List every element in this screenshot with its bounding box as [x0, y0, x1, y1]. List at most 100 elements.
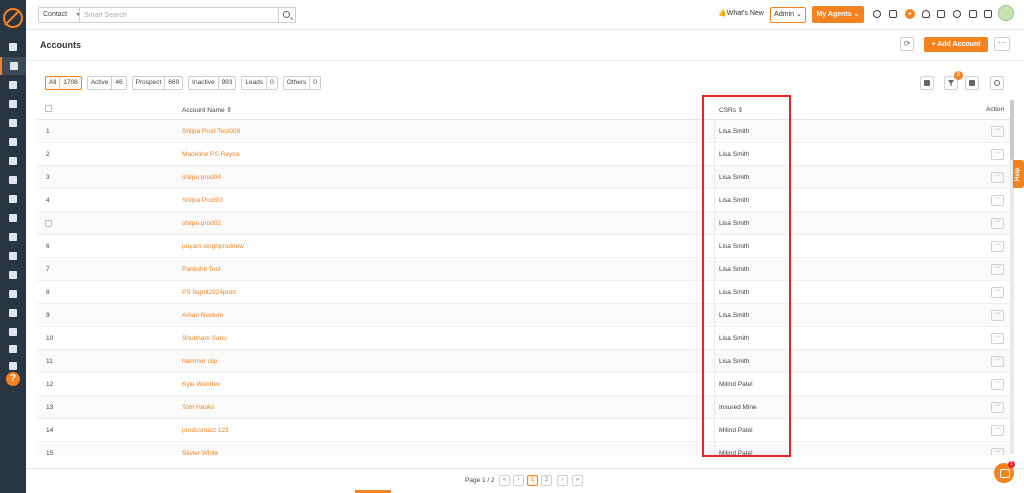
row-action-button[interactable]: ··· — [991, 195, 1004, 206]
page-2-button[interactable]: 2 — [541, 475, 552, 486]
google-icon[interactable] — [0, 247, 26, 265]
pagination-bar: Page 1 / 2 « ‹ 1 2 › » — [26, 468, 1024, 493]
filter-leads[interactable]: Leads 0 — [241, 76, 278, 90]
notes-icon[interactable] — [0, 190, 26, 208]
smart-search-input[interactable] — [79, 7, 279, 23]
search-button[interactable] — [278, 7, 296, 23]
flow-icon[interactable] — [0, 323, 26, 341]
help-tab[interactable]: Help — [1013, 160, 1024, 188]
account-name-link[interactable]: Skyler White — [182, 450, 218, 455]
page-1-button[interactable]: 1 — [527, 475, 538, 486]
bell-icon[interactable] — [922, 10, 930, 18]
table-row: 6 priyam singhprodnew Lisa Smith ··· — [37, 235, 1010, 258]
page-indicator: Page 1 / 2 — [465, 477, 495, 484]
accounts-table: Account Name ⇕ CSRs ⇕ Action 1 Shilpa Pro… — [37, 98, 1010, 455]
next-page-button[interactable]: › — [557, 475, 568, 486]
sync-icon[interactable] — [873, 10, 881, 18]
select-all-checkbox[interactable] — [45, 105, 52, 112]
more-options-button[interactable]: ··· — [994, 37, 1010, 51]
row-action-button[interactable]: ··· — [991, 425, 1004, 436]
scrollbar-thumb[interactable] — [1010, 100, 1014, 160]
whats-new-link[interactable]: 👍What's New — [718, 9, 764, 17]
row-action-button[interactable]: ··· — [991, 218, 1004, 229]
row-action-button[interactable]: ··· — [991, 448, 1004, 455]
account-name-link[interactable]: Madeline PS Reyna — [182, 151, 239, 158]
row-action-button[interactable]: ··· — [991, 287, 1004, 298]
account-name-link[interactable]: PS 9april2024prod — [182, 289, 236, 296]
dashboard-icon[interactable] — [0, 38, 26, 56]
row-action-button[interactable]: ··· — [991, 310, 1004, 321]
account-name-link[interactable]: Kyle Webdev — [182, 381, 220, 388]
search-icon — [283, 11, 290, 18]
my-agents-button[interactable]: My Agents ⌄ — [812, 6, 864, 23]
table-row: 15 Skyler White Milind Patel ··· — [37, 442, 1010, 455]
bank-icon[interactable] — [0, 95, 26, 113]
account-name-link[interactable]: Shubham Sahu — [182, 335, 227, 342]
megaphone-icon[interactable] — [0, 171, 26, 189]
row-checkbox[interactable] — [45, 220, 52, 227]
phone-icon[interactable] — [953, 10, 961, 18]
help-icon[interactable]: ? — [6, 372, 20, 386]
row-action-button[interactable]: ··· — [991, 264, 1004, 275]
add-icon[interactable]: + — [905, 9, 915, 19]
avatar[interactable] — [998, 5, 1014, 21]
row-action-button[interactable]: ··· — [991, 241, 1004, 252]
row-action-button[interactable]: ··· — [991, 356, 1004, 367]
mail-icon[interactable] — [0, 304, 26, 322]
trash-icon[interactable] — [984, 10, 992, 18]
row-number: 2 — [46, 151, 50, 158]
file-icon[interactable] — [0, 133, 26, 151]
calendar-icon[interactable] — [0, 285, 26, 303]
table-row: shilpa prod02 Lisa Smith ··· — [37, 212, 1010, 235]
account-name-link[interactable]: shilpa prod02 — [182, 220, 221, 227]
filter-prospect[interactable]: Prospect 669 — [131, 76, 184, 90]
admin-select[interactable]: Admin ⌄ — [770, 7, 806, 23]
filter-others[interactable]: Others 0 — [282, 76, 321, 90]
tags-button[interactable] — [965, 76, 979, 90]
row-action-button[interactable]: ··· — [991, 172, 1004, 183]
account-name-link[interactable]: shilpa prod04 — [182, 174, 221, 181]
row-number: 13 — [46, 404, 54, 411]
prev-page-button[interactable]: ‹ — [513, 475, 524, 486]
list-icon[interactable] — [0, 114, 26, 132]
accounts-icon[interactable] — [0, 57, 26, 75]
funnel-icon[interactable] — [0, 152, 26, 170]
row-action-button[interactable]: ··· — [991, 333, 1004, 344]
filter-count: 46 — [111, 77, 123, 89]
chart-icon[interactable] — [0, 340, 26, 358]
documents-icon[interactable] — [0, 76, 26, 94]
page-title: Accounts — [40, 40, 82, 50]
account-name-link[interactable]: hammer clip — [182, 358, 217, 365]
first-page-button[interactable]: « — [499, 475, 510, 486]
folder-icon[interactable] — [0, 228, 26, 246]
account-name-header[interactable]: Account Name ⇕ — [182, 106, 232, 114]
account-name-link[interactable]: Shilpa Prod Test008 — [182, 128, 240, 135]
row-action-button[interactable]: ··· — [991, 402, 1004, 413]
logout-icon[interactable] — [937, 10, 945, 18]
account-name-link[interactable]: Tom Hanks — [182, 404, 215, 411]
row-number: 3 — [46, 174, 50, 181]
account-name-link[interactable]: prodcontact 123 — [182, 427, 229, 434]
columns-button[interactable] — [920, 76, 934, 90]
logo-icon[interactable] — [3, 8, 23, 28]
account-name-link[interactable]: priyam singhprodnew — [182, 243, 244, 250]
account-name-link[interactable]: Shilpa Prod03 — [182, 197, 223, 204]
cloud-icon[interactable] — [889, 10, 897, 18]
table-scrollbar[interactable] — [1010, 100, 1014, 454]
filter-active[interactable]: Active 46 — [86, 76, 127, 90]
chip-icon[interactable] — [969, 10, 977, 18]
reports-icon[interactable] — [0, 209, 26, 227]
account-name-link[interactable]: Aman Nexture — [182, 312, 224, 319]
filter-inactive[interactable]: Inactive 993 — [188, 76, 237, 90]
row-action-button[interactable]: ··· — [991, 379, 1004, 390]
refresh-button[interactable]: ⟳ — [900, 37, 914, 51]
filter-all[interactable]: All 1708 — [45, 76, 82, 90]
row-action-button[interactable]: ··· — [991, 126, 1004, 137]
table-search-button[interactable] — [990, 76, 1004, 90]
row-number: 6 — [46, 243, 50, 250]
calculator-icon[interactable] — [0, 266, 26, 284]
row-action-button[interactable]: ··· — [991, 149, 1004, 160]
last-page-button[interactable]: » — [572, 475, 583, 486]
account-name-link[interactable]: Parikshit Test — [182, 266, 221, 273]
add-account-button[interactable]: + Add Account — [924, 37, 988, 52]
